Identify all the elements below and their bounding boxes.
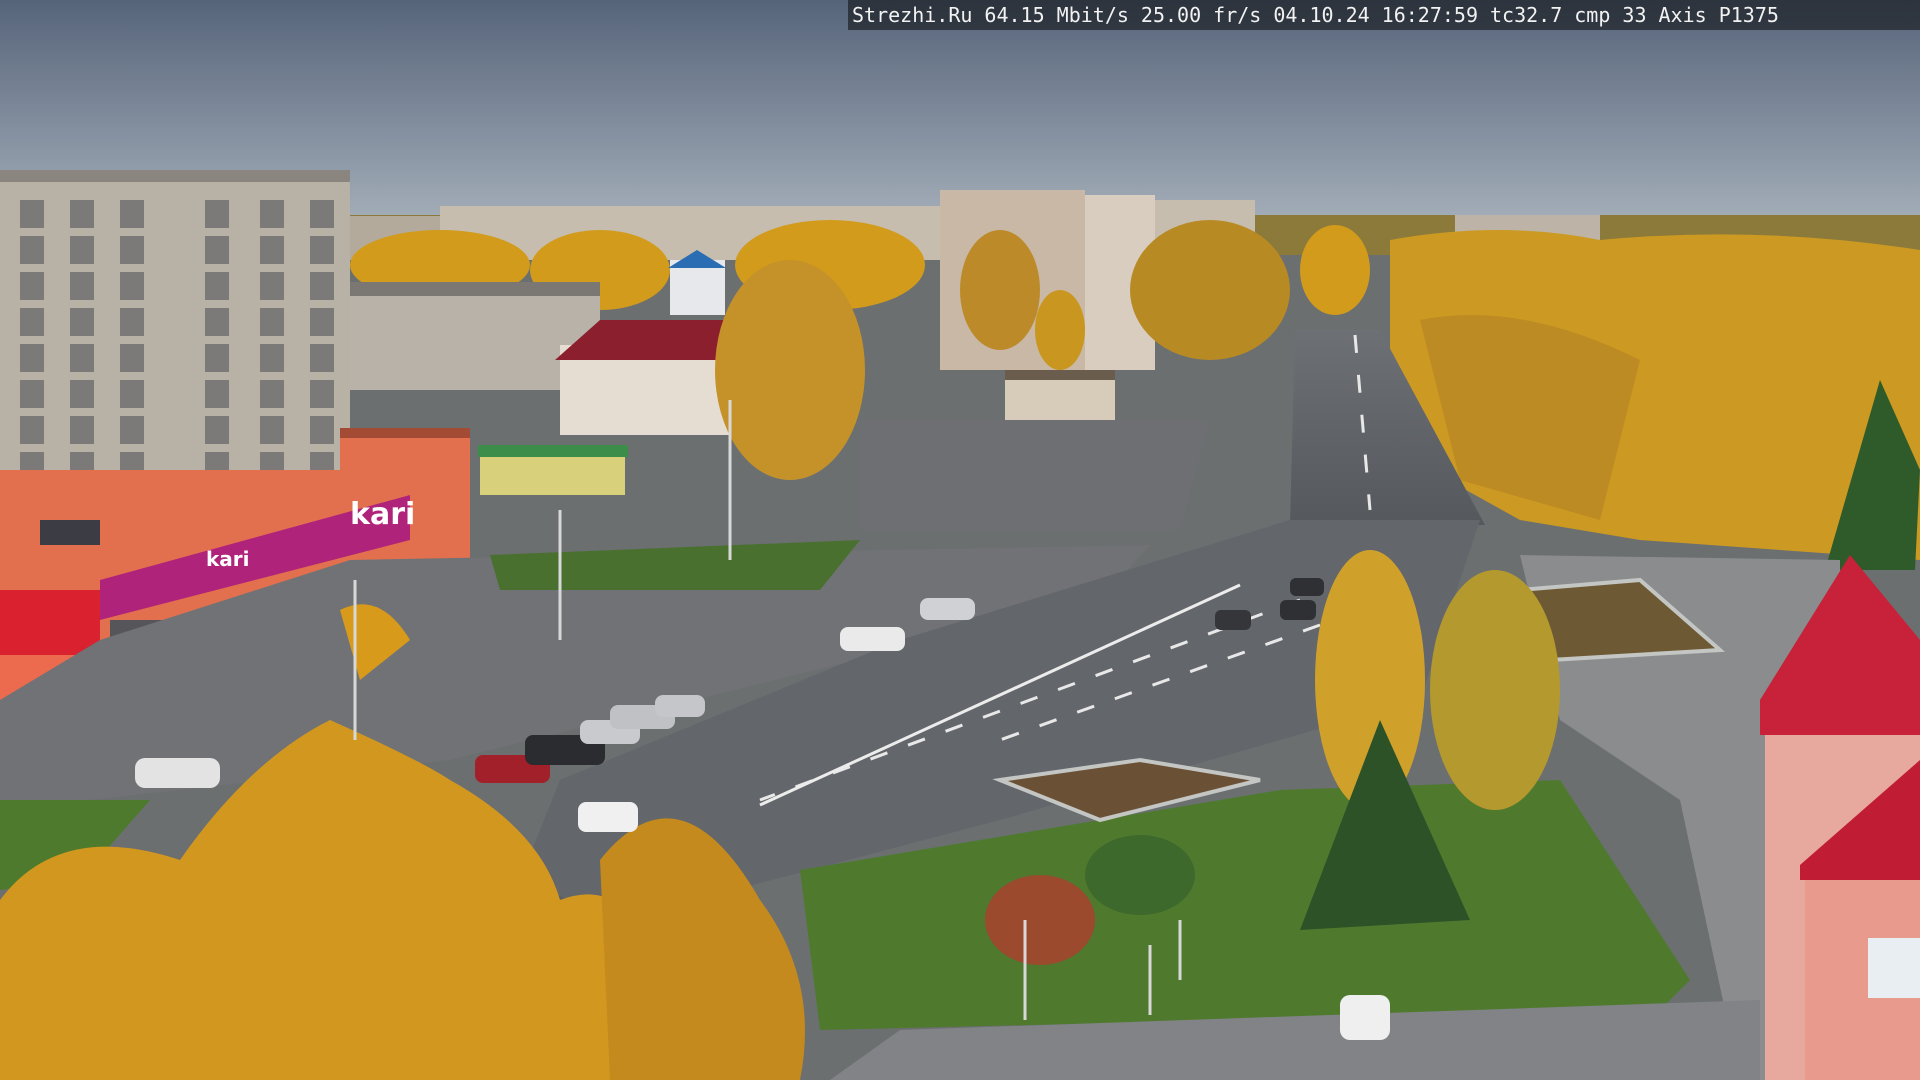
- osd-site: Strezhi.Ru: [852, 3, 973, 27]
- camera-osd-overlay: Strezhi.Ru 64.15 Mbit/s 25.00 fr/s 04.10.24…: [848, 0, 1920, 30]
- storefront-logo: kari: [350, 497, 415, 532]
- osd-camera-model: Axis P1375: [1658, 3, 1779, 27]
- plaza: [860, 420, 1210, 530]
- birch-tree-center-right: [1430, 570, 1560, 810]
- shrub-red: [985, 875, 1095, 965]
- osd-framerate: 25.00 fr/s: [1140, 3, 1262, 27]
- apartment-block-left: [0, 170, 350, 520]
- osd-cmp: cmp 33: [1574, 3, 1647, 27]
- storefront-banner-logo: kari: [206, 547, 250, 571]
- osd-time: 16:27:59: [1381, 3, 1478, 27]
- shrub-green: [1085, 835, 1195, 915]
- osd-tc: tc32.7: [1490, 3, 1563, 27]
- street-scene-image: kari kari: [0, 0, 1920, 1080]
- osd-date: 04.10.24: [1273, 3, 1370, 27]
- osd-bitrate: 64.15 Mbit/s: [984, 3, 1129, 27]
